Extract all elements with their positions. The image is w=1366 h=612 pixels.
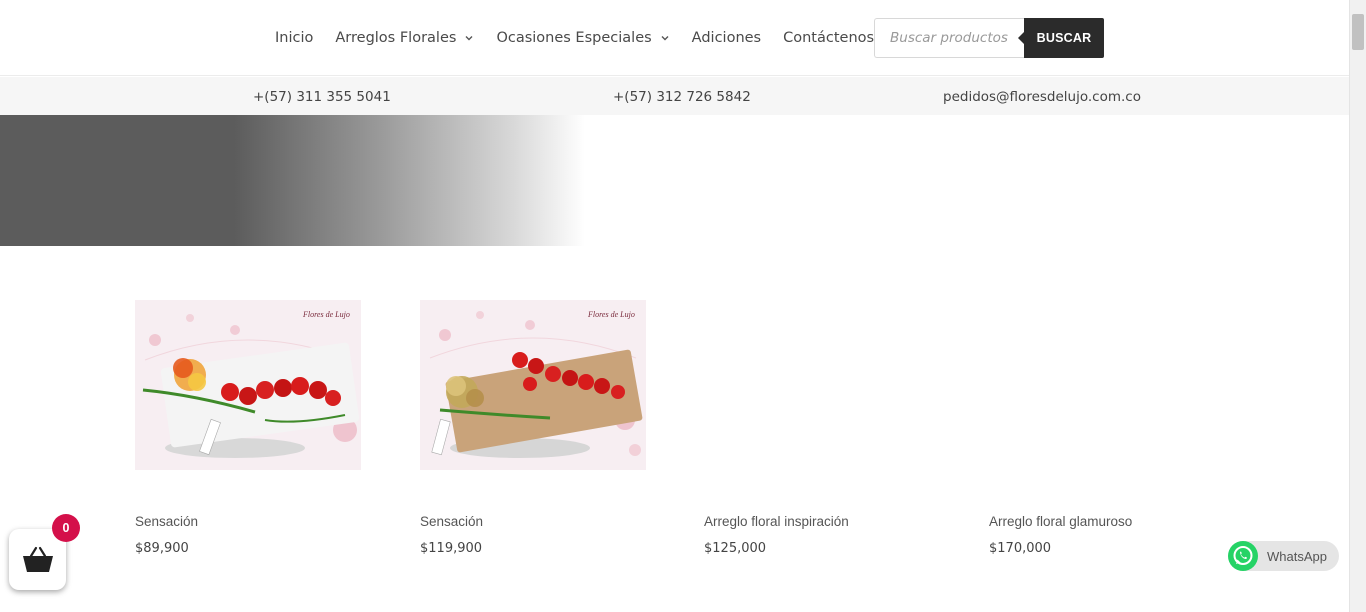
phone-link-1[interactable]: +(57) 311 355 5041 xyxy=(253,89,391,105)
product-price: $125,000 xyxy=(704,541,767,556)
product-card[interactable]: Arreglo floral inspiración $125,000 xyxy=(704,300,930,556)
product-card[interactable]: Flores de Lujo Sensación $89,900 xyxy=(135,300,361,556)
nav-item-label: Contáctenos xyxy=(783,30,875,46)
contact-bar: +(57) 311 355 5041 +(57) 312 726 5842 pe… xyxy=(0,77,1349,115)
search-button[interactable]: BUSCAR xyxy=(1018,18,1104,58)
cart-count-badge: 0 xyxy=(52,514,80,542)
product-search: BUSCAR xyxy=(874,18,1104,58)
whatsapp-icon xyxy=(1228,541,1258,571)
nav-item-inicio[interactable]: Inicio xyxy=(275,30,313,46)
main-nav: Inicio Arreglos Florales Ocasiones Espec… xyxy=(264,0,885,76)
email-link[interactable]: pedidos@floresdelujo.com.co xyxy=(943,89,1141,105)
hero-banner xyxy=(0,115,585,246)
site-header: Inicio Arreglos Florales Ocasiones Espec… xyxy=(0,0,1349,76)
product-price: $170,000 xyxy=(989,541,1052,556)
product-image[interactable]: Flores de Lujo xyxy=(135,300,361,470)
nav-item-label: Adiciones xyxy=(691,30,762,46)
nav-item-label: Inicio xyxy=(275,30,314,46)
page-scrollbar[interactable] xyxy=(1349,0,1366,612)
scrollbar-thumb[interactable] xyxy=(1352,14,1364,50)
product-name[interactable]: Arreglo floral inspiración xyxy=(704,514,849,529)
product-name[interactable]: Sensación xyxy=(420,514,483,529)
product-price: $89,900 xyxy=(135,541,189,556)
nav-item-ocasiones-especiales[interactable]: Ocasiones Especiales xyxy=(496,30,669,46)
nav-item-label: Arreglos Florales xyxy=(335,30,457,46)
nav-item-label: Ocasiones Especiales xyxy=(496,30,652,46)
product-image[interactable]: Flores de Lujo xyxy=(420,300,646,470)
whatsapp-button[interactable]: WhatsApp xyxy=(1228,541,1339,571)
chevron-down-icon xyxy=(465,36,473,41)
product-photo-kraft-box: Flores de Lujo xyxy=(420,300,646,470)
product-photo-white-box: Flores de Lujo xyxy=(135,300,361,470)
product-name[interactable]: Arreglo floral glamuroso xyxy=(989,514,1132,529)
basket-icon xyxy=(22,546,53,572)
whatsapp-label: WhatsApp xyxy=(1267,549,1327,564)
product-image[interactable] xyxy=(704,300,930,470)
search-input[interactable] xyxy=(874,18,1024,58)
svg-text:Flores de Lujo: Flores de Lujo xyxy=(587,310,635,319)
chevron-down-icon xyxy=(661,36,669,41)
product-name[interactable]: Sensación xyxy=(135,514,198,529)
product-image[interactable] xyxy=(989,300,1215,470)
nav-item-arreglos-florales[interactable]: Arreglos Florales xyxy=(335,30,474,46)
product-price: $119,900 xyxy=(420,541,483,556)
product-card[interactable]: Arreglo floral glamuroso $170,000 xyxy=(989,300,1215,556)
svg-text:Flores de Lujo: Flores de Lujo xyxy=(302,310,350,319)
nav-item-adiciones[interactable]: Adiciones xyxy=(692,30,761,46)
phone-link-2[interactable]: +(57) 312 726 5842 xyxy=(613,89,751,105)
product-card[interactable]: Flores de Lujo Sensación $119,900 xyxy=(420,300,646,556)
nav-item-contactenos[interactable]: Contáctenos xyxy=(783,30,874,46)
